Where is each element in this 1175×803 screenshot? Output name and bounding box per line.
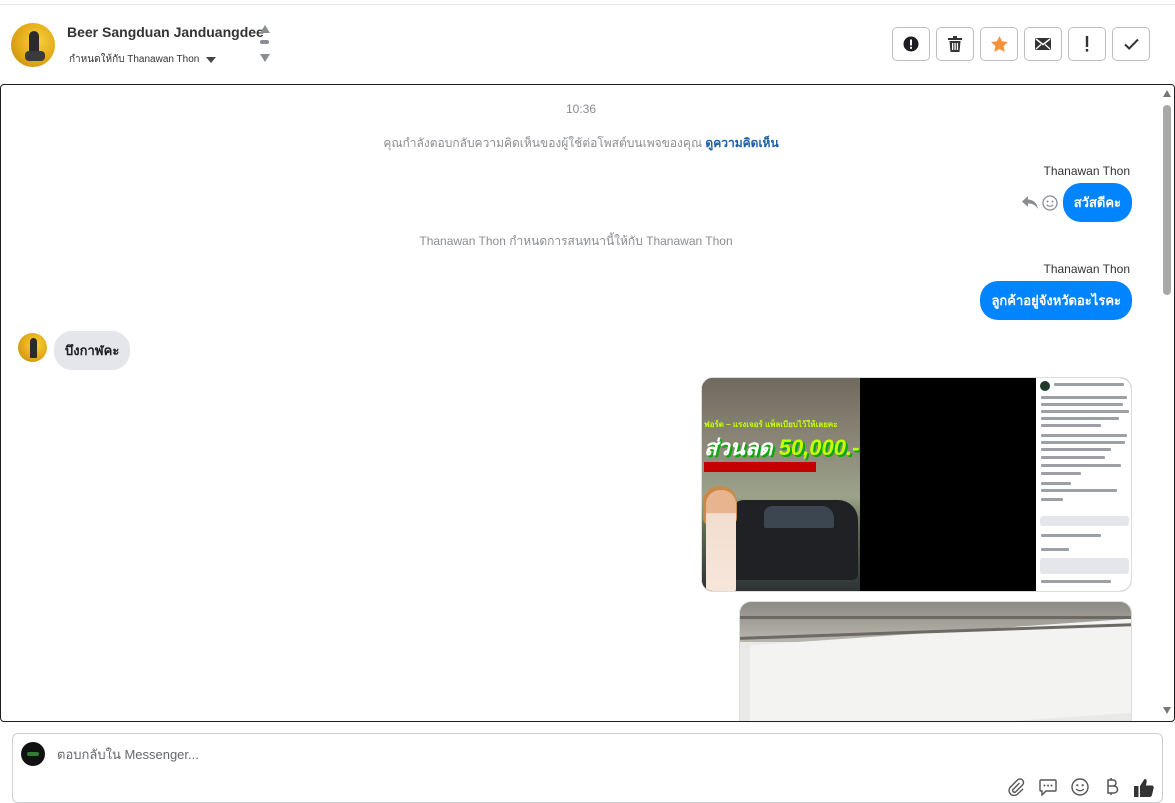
page-avatar	[21, 742, 45, 766]
chat-bubble-icon	[1039, 778, 1057, 796]
conversation-header: Beer Sangduan Janduangdee กำหนดให้กับ Th…	[0, 5, 1175, 83]
video-black-area	[860, 378, 1036, 591]
emoji-button[interactable]	[1070, 777, 1090, 797]
message-thread[interactable]: 10:36 คุณกำลังตอบกลับความคิดเห็นของผู้ใช…	[0, 84, 1175, 722]
trash-icon	[948, 36, 962, 52]
exclamation-icon	[1085, 36, 1089, 52]
message-sender-name: Thanawan Thon	[1043, 262, 1130, 276]
flag-button[interactable]	[1068, 27, 1106, 61]
truck-promo-image: ฟอร์ด – แรงเจอร์ แพ็ลเบียบไว้ให้เลยคะ ส่…	[702, 378, 860, 591]
delete-button[interactable]	[936, 27, 974, 61]
mark-done-button[interactable]	[1112, 27, 1150, 61]
saved-replies-button[interactable]	[1038, 777, 1058, 797]
assignment-note: Thanawan Thon กำหนดการสนทนานี้ให้กับ Tha…	[419, 234, 733, 248]
promo-ribbon	[704, 462, 816, 472]
reply-icon[interactable]	[1022, 196, 1038, 210]
presenter-shape	[706, 490, 736, 591]
shared-photo-warehouse[interactable]	[739, 601, 1132, 721]
envelope-icon	[1035, 38, 1051, 50]
thumbs-up-icon	[1134, 778, 1154, 797]
next-conversation-icon[interactable]	[260, 54, 270, 62]
previous-conversation-icon[interactable]	[260, 25, 270, 33]
promo-discount-label: ส่วนลด	[704, 435, 779, 460]
attach-button[interactable]	[1006, 777, 1026, 797]
contact-name[interactable]: Beer Sangduan Janduangdee	[67, 24, 264, 40]
message-sender-name: Thanawan Thon	[1043, 164, 1130, 178]
message-timestamp: 10:36	[565, 102, 597, 116]
truck-window-shape	[764, 506, 834, 528]
report-spam-button[interactable]	[892, 27, 930, 61]
view-comment-link[interactable]: ดูความคิดเห็น	[705, 136, 778, 150]
shared-post-image[interactable]: ฟอร์ด – แรงเจอร์ แพ็ลเบียบไว้ให้เลยคะ ส่…	[701, 377, 1132, 592]
paperclip-icon	[1008, 778, 1025, 796]
checkmark-icon	[1123, 38, 1139, 50]
conversation-actions	[892, 27, 1150, 61]
star-icon	[990, 36, 1008, 52]
reply-composer	[12, 733, 1163, 803]
alert-circle-icon	[903, 36, 919, 52]
conversation-navigator	[259, 25, 271, 65]
thread-scrollbar[interactable]	[1160, 85, 1174, 720]
emoji-icon	[1071, 778, 1089, 796]
promo-discount: ส่วนลด 50,000.-	[704, 430, 859, 465]
assignee-dropdown[interactable]: กำหนดให้กับ Thanawan Thon	[69, 52, 217, 67]
mark-unread-button[interactable]	[1024, 27, 1062, 61]
divider-icon	[260, 40, 269, 44]
outgoing-message-bubble[interactable]: ลูกค้าอยู่จังหวัดอะไรคะ	[980, 281, 1132, 320]
reply-input[interactable]	[57, 747, 957, 762]
payment-button[interactable]	[1102, 777, 1122, 797]
page-avatar-thumb	[1040, 381, 1050, 391]
reply-notice: คุณกำลังตอบกลับความคิดเห็นของผู้ใช้ต่อโพ…	[1, 134, 1161, 153]
scroll-thumb[interactable]	[1163, 105, 1171, 295]
assignee-label: กำหนดให้กับ Thanawan Thon	[69, 54, 200, 65]
contact-avatar[interactable]	[11, 23, 55, 67]
baht-icon	[1107, 778, 1119, 795]
outgoing-message-bubble[interactable]: สวัสดีคะ	[1062, 183, 1132, 222]
incoming-message-bubble[interactable]: บึงกาฬคะ	[54, 331, 131, 370]
message-tools	[1022, 195, 1058, 211]
promo-discount-amount: 50,000.-	[778, 435, 860, 460]
reply-notice-text: คุณกำลังตอบกลับความคิดเห็นของผู้ใช้ต่อโพ…	[383, 136, 703, 150]
scroll-up-icon[interactable]	[1163, 90, 1171, 97]
composer-tools	[1006, 777, 1154, 797]
contact-avatar-small	[18, 333, 47, 362]
emoji-reaction-icon[interactable]	[1042, 195, 1058, 211]
chevron-down-icon	[206, 56, 217, 63]
roof-beam-shape	[740, 616, 1131, 619]
scroll-down-icon[interactable]	[1163, 707, 1171, 714]
post-screenshot-panel	[1036, 378, 1131, 591]
like-button[interactable]	[1134, 777, 1154, 797]
star-button[interactable]	[980, 27, 1018, 61]
